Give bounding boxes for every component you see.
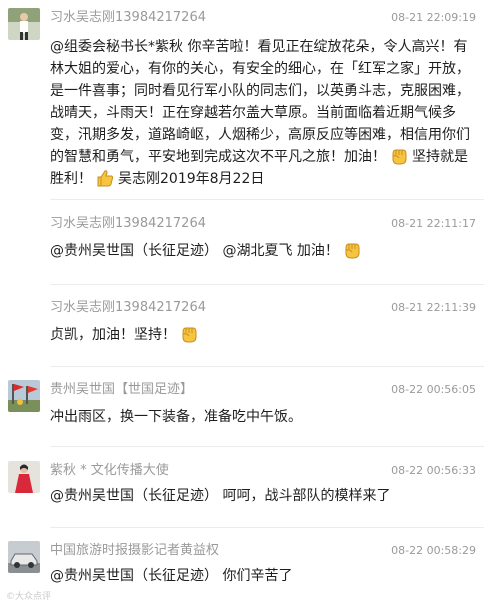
- comment-text: @贵州吴世国（长征足迹） 你们辛苦了: [50, 565, 470, 587]
- watermark: ©大众点评: [6, 592, 52, 602]
- comment-author[interactable]: 中国旅游时报摄影记者黄益权: [50, 543, 219, 559]
- comment-text-main: @贵州吴世国（长征足迹） @湖北夏飞 加油！: [50, 243, 339, 259]
- comment-author[interactable]: 紫秋 * 文化传播大使: [50, 463, 169, 479]
- comment-text: @贵州吴世国（长征足迹） @湖北夏飞 加油！: [50, 240, 470, 262]
- divider: [50, 366, 484, 367]
- comment-text-main: @贵州吴世国（长征足迹） 呵呵，战斗部队的模样来了: [50, 488, 391, 504]
- comment-author[interactable]: 贵州吴世国【世国足迹】: [50, 382, 193, 398]
- comment-time: 08-22 00:58:29: [391, 544, 476, 557]
- comment-text: 冲出雨区，换一下装备，准备吃中午饭。: [50, 406, 470, 428]
- divider: [50, 446, 484, 447]
- comment-time: 08-21 22:09:19: [391, 11, 476, 24]
- comment-text-main: @贵州吴世国（长征足迹） 你们辛苦了: [50, 568, 293, 584]
- comment-text: @贵州吴世国（长征足迹） 呵呵，战斗部队的模样来了: [50, 485, 470, 507]
- comment-text: @组委会秘书长*紫秋 你辛苦啦！看见正在绽放花朵，令人高兴！有林大姐的爱心，有你…: [50, 36, 470, 190]
- comment-time: 08-21 22:11:39: [391, 301, 476, 314]
- comment-text-main: 贞凯，加油！坚持！: [50, 327, 176, 343]
- fist-emoji-icon: [392, 149, 407, 165]
- comment-time: 08-22 00:56:05: [391, 383, 476, 396]
- comment-author[interactable]: 习水吴志刚13984217264: [50, 10, 206, 26]
- fist-emoji-icon: [182, 327, 197, 343]
- comment-time: 08-22 00:56:33: [391, 464, 476, 477]
- avatar[interactable]: [8, 461, 40, 493]
- avatar[interactable]: [8, 541, 40, 573]
- comment-time: 08-21 22:11:17: [391, 217, 476, 230]
- comment-author[interactable]: 习水吴志刚13984217264: [50, 216, 206, 232]
- avatar[interactable]: [8, 8, 40, 40]
- divider: [50, 527, 484, 528]
- comment-author[interactable]: 习水吴志刚13984217264: [50, 300, 206, 316]
- divider: [50, 199, 484, 200]
- fist-emoji-icon: [345, 243, 360, 259]
- divider: [50, 284, 484, 285]
- comment-text-signature: 吴志刚2019年8月22日: [118, 171, 265, 187]
- comment-text: 贞凯，加油！坚持！: [50, 324, 470, 346]
- avatar[interactable]: [8, 380, 40, 412]
- thumbs-up-emoji-icon: [97, 170, 114, 187]
- comment-text-main: 冲出雨区，换一下装备，准备吃中午饭。: [50, 409, 302, 425]
